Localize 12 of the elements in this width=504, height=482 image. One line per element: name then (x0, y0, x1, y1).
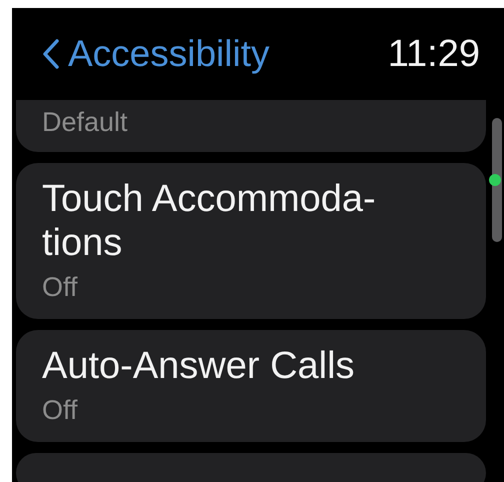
settings-row[interactable]: Default (16, 100, 486, 152)
settings-row[interactable]: Auto-Answer Calls Off (16, 330, 486, 442)
row-value: Default (42, 106, 129, 139)
row-value: Off (42, 271, 79, 304)
back-button[interactable]: Accessibility (42, 33, 270, 75)
row-title: Auto-Answer Calls (42, 344, 356, 388)
row-title: Touch Accommoda-tions (42, 177, 377, 265)
row-value: Off (42, 394, 79, 427)
scroll-position-dot (489, 174, 501, 186)
clock-time: 11:29 (388, 32, 480, 76)
chevron-left-icon (42, 39, 60, 69)
settings-row[interactable]: Touch Accommoda-tions Off (16, 163, 486, 319)
